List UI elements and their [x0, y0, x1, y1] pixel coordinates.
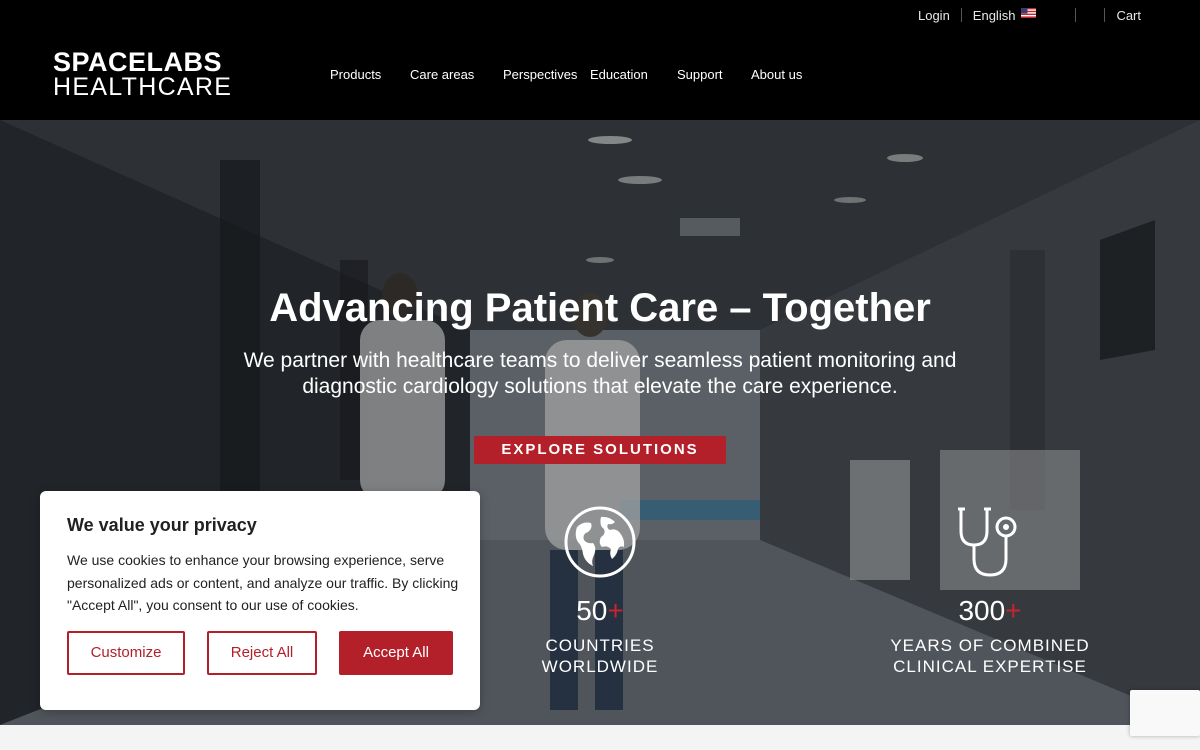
us-flag-icon [1021, 8, 1037, 18]
nav-item-education[interactable]: Education [590, 67, 648, 82]
logo-line-2: HEALTHCARE [53, 73, 233, 101]
reject-all-button[interactable]: Reject All [207, 631, 317, 675]
spacelabs-logo[interactable]: SPACELABS HEALTHCARE [53, 47, 279, 101]
hero-title: Advancing Patient Care – Together [269, 286, 931, 330]
cookie-title: We value your privacy [67, 515, 257, 535]
stat-number: 300+ [958, 595, 1022, 626]
nav-item-support[interactable]: Support [677, 67, 723, 82]
globe-icon [564, 506, 636, 578]
stethoscope-icon [958, 507, 1017, 577]
nav-item-perspectives[interactable]: Perspectives [503, 67, 577, 82]
recaptcha-badge[interactable] [1130, 690, 1200, 736]
stat-number: 50+ [576, 595, 624, 626]
login-link[interactable]: Login [907, 8, 961, 23]
nav-item-care-areas[interactable]: Care areas [410, 67, 474, 82]
hero-subtitle: We partner with healthcare teams to deli… [200, 348, 1000, 400]
divider [1075, 8, 1077, 22]
logo-line-1: SPACELABS [53, 47, 223, 77]
customize-button[interactable]: Customize [67, 631, 185, 675]
hero-subtitle-line-1: We partner with healthcare teams to deli… [243, 349, 957, 372]
stat-countries: 50+ COUNTRIES WORLDWIDE [500, 505, 700, 677]
stat-label: COUNTRIES WORLDWIDE [541, 636, 659, 676]
nav-item-products[interactable]: Products [330, 67, 381, 82]
stat-expertise: 300+ YEARS OF COMBINED CLINICAL EXPERTIS… [880, 505, 1100, 677]
explore-solutions-button[interactable]: EXPLORE SOLUTIONS [474, 436, 726, 464]
site-header: Login English Cart SPACELABS HEALTHCARE … [0, 0, 1200, 120]
cart-link[interactable]: Cart [1105, 8, 1152, 23]
cookie-consent-banner: We value your privacy We use cookies to … [40, 491, 480, 710]
language-label: English [972, 7, 1016, 23]
hero-subtitle-line-2: diagnostic cardiology solutions that ele… [302, 375, 898, 398]
cookie-description: We use cookies to enhance your browsing … [67, 552, 459, 613]
page-bottom-strip [0, 725, 1200, 750]
utility-nav: Login English Cart [907, 0, 1152, 30]
stat-label: YEARS OF COMBINED CLINICAL EXPERTISE [890, 636, 1090, 676]
nav-item-about-us[interactable]: About us [751, 67, 802, 82]
language-selector[interactable]: English [962, 8, 1048, 23]
accept-all-button[interactable]: Accept All [339, 631, 453, 675]
